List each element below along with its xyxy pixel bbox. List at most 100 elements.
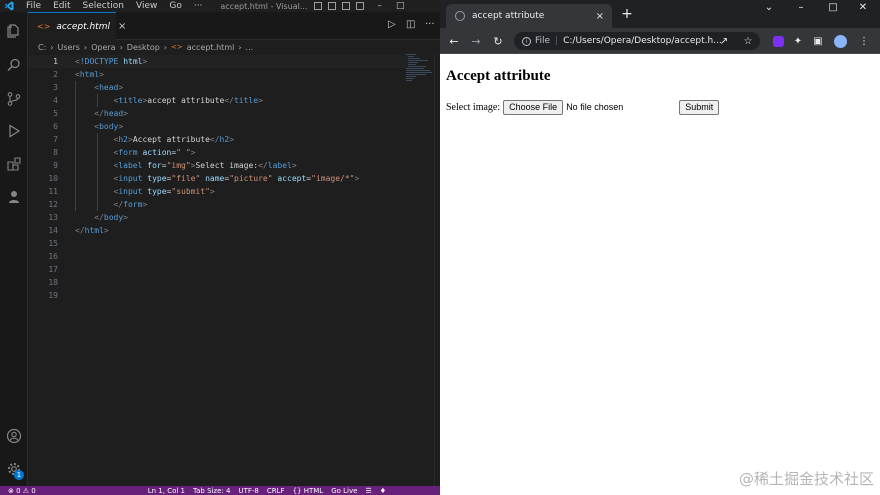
menu-file[interactable]: File [26,1,41,11]
breadcrumb-drive[interactable]: C: [38,43,46,52]
code-line[interactable]: 8 <form action=" "> [28,146,408,159]
line-number: 4 [53,96,58,105]
tab-size-status[interactable]: Tab Size: 4 [193,487,230,495]
line-number: 12 [48,200,58,209]
code-text: <form action=" "> [113,148,196,157]
page-viewport: Accept attribute Select image: Choose Fi… [440,54,880,495]
select-image-label: Select image: [446,101,501,113]
back-icon[interactable]: ← [446,33,462,49]
url-text[interactable]: C:/Users/Opera/Desktop/accept.h... [563,36,722,46]
code-line[interactable]: 4 <title>accept attribute</title> [28,94,408,107]
code-line[interactable]: 16 [28,250,408,263]
profile-avatar[interactable] [832,33,848,49]
line-number: 9 [53,161,58,170]
minimize-icon[interactable]: – [378,1,383,11]
minimize-icon[interactable]: – [786,0,816,14]
breadcrumb-file[interactable]: accept.html [187,43,235,52]
line-number: 16 [48,252,58,261]
remote-explorer-icon[interactable] [3,186,25,208]
split-editor-icon[interactable]: ◫ [406,19,415,30]
explorer-icon[interactable] [3,20,25,42]
share-icon[interactable]: ↗ [716,33,732,49]
browser-tab-close-icon[interactable]: × [596,11,604,22]
language-mode-status[interactable]: {} HTML [293,487,324,495]
tab-accept-html[interactable]: <> accept.html × [28,12,126,40]
eol-status[interactable]: CRLF [267,487,285,495]
menu-more[interactable]: ··· [194,1,203,11]
code-line[interactable]: 3 <head> [28,81,408,94]
code-text: <!DOCTYPE html> [75,57,148,66]
breadcrumb-opera[interactable]: Opera [91,43,116,52]
menu-go[interactable]: Go [169,1,181,11]
code-editor[interactable]: 1 <!DOCTYPE html> 2 <html> 3 <head> 4 <title>… [28,54,440,486]
extensions-icon[interactable] [3,153,25,175]
star-icon[interactable]: ☆ [740,33,756,49]
code-line[interactable]: 9 <label for="img">Select image:</label> [28,159,408,172]
menu-edit[interactable]: Edit [53,1,70,11]
extension-icon[interactable] [770,33,786,49]
kebab-menu-icon[interactable]: ⋮ [856,33,872,49]
code-line[interactable]: 6 <body> [28,120,408,133]
code-line[interactable]: 14 </html> [28,224,408,237]
run-debug-icon[interactable] [3,120,25,142]
breadcrumb-more[interactable]: ... [246,43,254,52]
manage-gear-icon[interactable]: 1 [3,458,25,480]
tab-close-icon[interactable]: × [118,21,126,32]
site-info-icon[interactable]: i [522,36,531,46]
breadcrumb-users[interactable]: Users [57,43,79,52]
problems-status[interactable]: ⊗ 0 ⚠ 0 [8,487,36,495]
status-bar: ⊗ 0 ⚠ 0 Ln 1, Col 1 Tab Size: 4 UTF-8 CR… [0,486,440,495]
puzzle-icon[interactable]: ✦ [790,33,806,49]
browser-tab[interactable]: accept attribute × [446,4,612,28]
code-text: <h2>Accept attribute</h2> [113,135,234,144]
minimap[interactable] [406,54,434,84]
code-text: </head> [94,109,128,118]
breadcrumb-chevron-icon: › [50,42,54,52]
line-number: 15 [48,239,58,248]
forward-icon[interactable]: → [468,33,484,49]
code-line[interactable]: 18 [28,276,408,289]
more-actions-icon[interactable]: ··· [425,19,435,30]
tab-search-chevron-icon[interactable]: ⌄ [754,0,784,14]
new-tab-button[interactable]: + [618,5,636,23]
search-icon[interactable] [3,54,25,76]
line-number: 1 [53,57,58,66]
code-text: <head> [94,83,124,92]
code-line[interactable]: 7 <h2>Accept attribute</h2> [28,133,408,146]
code-text: <label for="img">Select image:</label> [113,161,297,170]
code-line[interactable]: 17 [28,263,408,276]
toggle-sidebar-icon[interactable] [313,2,322,10]
code-line[interactable]: 13 </body> [28,211,408,224]
maximize-icon[interactable]: □ [818,0,848,14]
sidepanel-icon[interactable]: ▣ [810,33,826,49]
notifications-bell-icon[interactable]: ♦ [380,487,386,495]
code-line[interactable]: 15 [28,237,408,250]
code-line[interactable]: 5 </head> [28,107,408,120]
cursor-position-status[interactable]: Ln 1, Col 1 [148,487,185,495]
accounts-icon[interactable] [3,425,25,447]
close-window-icon[interactable]: ✕ [848,0,878,14]
code-text: </html> [75,226,109,235]
choose-file-button[interactable]: Choose File [503,99,564,115]
submit-button[interactable]: Submit [679,99,720,115]
source-control-icon[interactable] [3,88,25,110]
customize-layout-icon[interactable] [355,2,364,10]
toggle-panel-icon[interactable] [327,2,336,10]
breadcrumb-desktop[interactable]: Desktop [127,43,160,52]
go-live-status[interactable]: Go Live [331,487,357,495]
code-line[interactable]: 1 <!DOCTYPE html> [28,55,408,68]
code-line[interactable]: 2 <html> [28,68,408,81]
code-line[interactable]: 10 <input type="file" name="picture" acc… [28,172,408,185]
encoding-status[interactable]: UTF-8 [238,487,258,495]
code-line[interactable]: 12 </form> [28,198,408,211]
menu-view[interactable]: View [136,1,157,11]
reload-icon[interactable]: ↻ [490,33,506,49]
feedback-icon[interactable]: ☰ [365,487,371,495]
menu-selection[interactable]: Selection [83,1,124,11]
maximize-icon[interactable]: □ [396,1,405,11]
code-line[interactable]: 11 <input type="submit"> [28,185,408,198]
code-line[interactable]: 19 [28,289,408,302]
run-file-icon[interactable]: ▷ [388,19,396,30]
watermark: @稀土掘金技术社区 [738,470,874,488]
toggle-secondary-sidebar-icon[interactable] [341,2,350,10]
